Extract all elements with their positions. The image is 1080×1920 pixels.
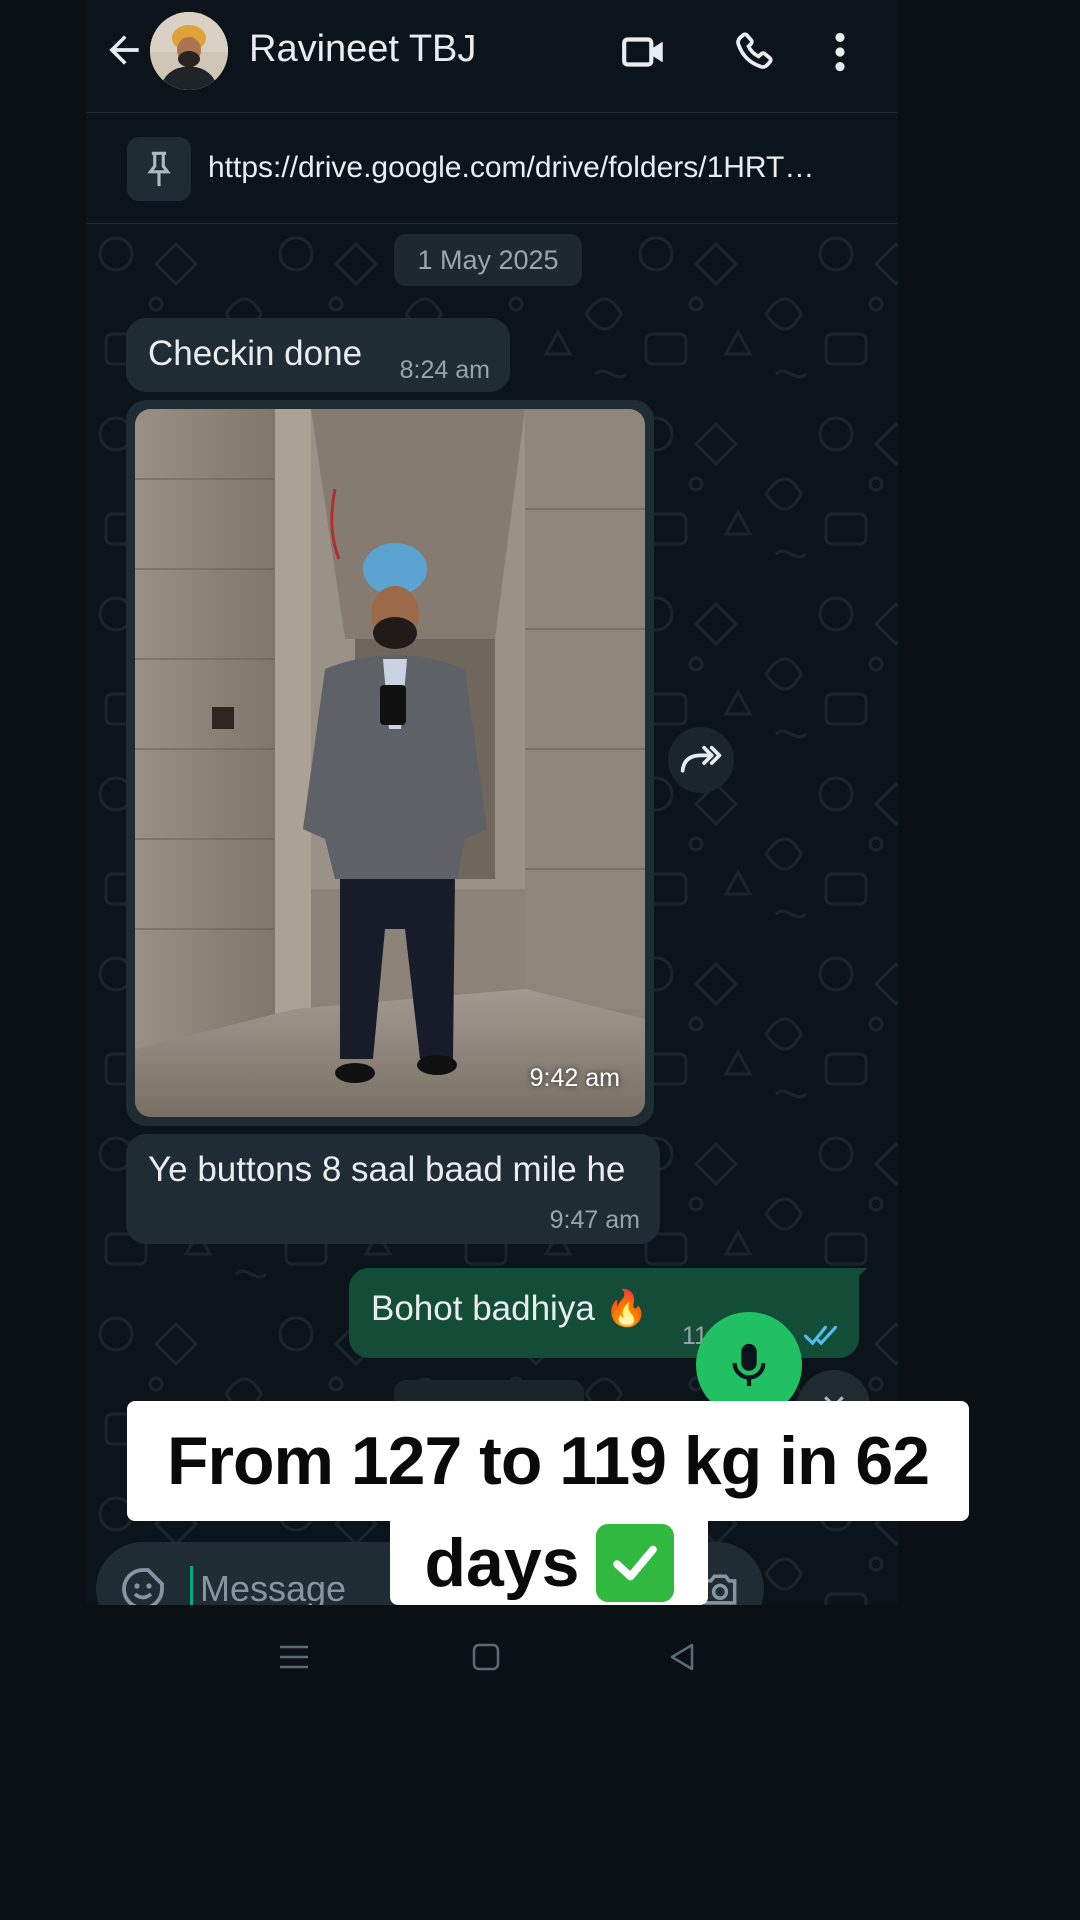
- shared-photo[interactable]: 9:42 am: [135, 409, 645, 1117]
- image-message-bubble[interactable]: 9:42 am: [126, 400, 654, 1126]
- check-mark-emoji: [595, 1524, 674, 1602]
- contact-name[interactable]: Ravineet TBJ: [249, 28, 476, 71]
- home-icon[interactable]: [456, 1635, 516, 1679]
- pinned-link-text[interactable]: https://drive.google.com/drive/folders/1…: [208, 151, 878, 185]
- message-text: Ye buttons 8 saal baad mile he: [148, 1150, 626, 1189]
- avatar[interactable]: [150, 12, 228, 90]
- text-caret: [190, 1566, 193, 1605]
- forward-icon[interactable]: [668, 727, 734, 793]
- back-triangle-icon[interactable]: [652, 1635, 712, 1679]
- fire-emoji: 🔥: [604, 1289, 649, 1328]
- date-chip: 1 May 2025: [394, 234, 582, 286]
- caption-text-line2: days: [390, 1521, 708, 1605]
- message-text: Checkin done: [148, 334, 363, 373]
- back-arrow-icon[interactable]: [100, 26, 148, 74]
- more-vert-icon[interactable]: [820, 24, 860, 80]
- incoming-message-bubble[interactable]: Checkin done 8:24 am: [126, 318, 510, 392]
- caption-text: From 127 to 119 kg in 62: [127, 1401, 969, 1521]
- incoming-message-bubble[interactable]: Ye buttons 8 saal baad mile he 9:47 am: [126, 1134, 660, 1244]
- chat-header: Ravineet TBJ: [86, 0, 898, 113]
- sticker-icon[interactable]: [116, 1562, 170, 1605]
- read-ticks-icon: [803, 1322, 844, 1355]
- message-time: 9:42 am: [529, 1064, 620, 1092]
- bubble-tail: [849, 1268, 867, 1286]
- pin-icon: [127, 137, 191, 201]
- message-time: 9:47 am: [549, 1206, 640, 1234]
- video-call-icon[interactable]: [616, 24, 672, 80]
- system-navigation-bar: [86, 1605, 898, 1705]
- message-time: 8:24 am: [399, 356, 490, 384]
- voice-call-icon[interactable]: [726, 24, 782, 80]
- pinned-message-bar[interactable]: https://drive.google.com/drive/folders/1…: [86, 113, 898, 224]
- message-text: Bohot badhiya 🔥: [371, 1289, 649, 1328]
- recents-icon[interactable]: [264, 1635, 324, 1679]
